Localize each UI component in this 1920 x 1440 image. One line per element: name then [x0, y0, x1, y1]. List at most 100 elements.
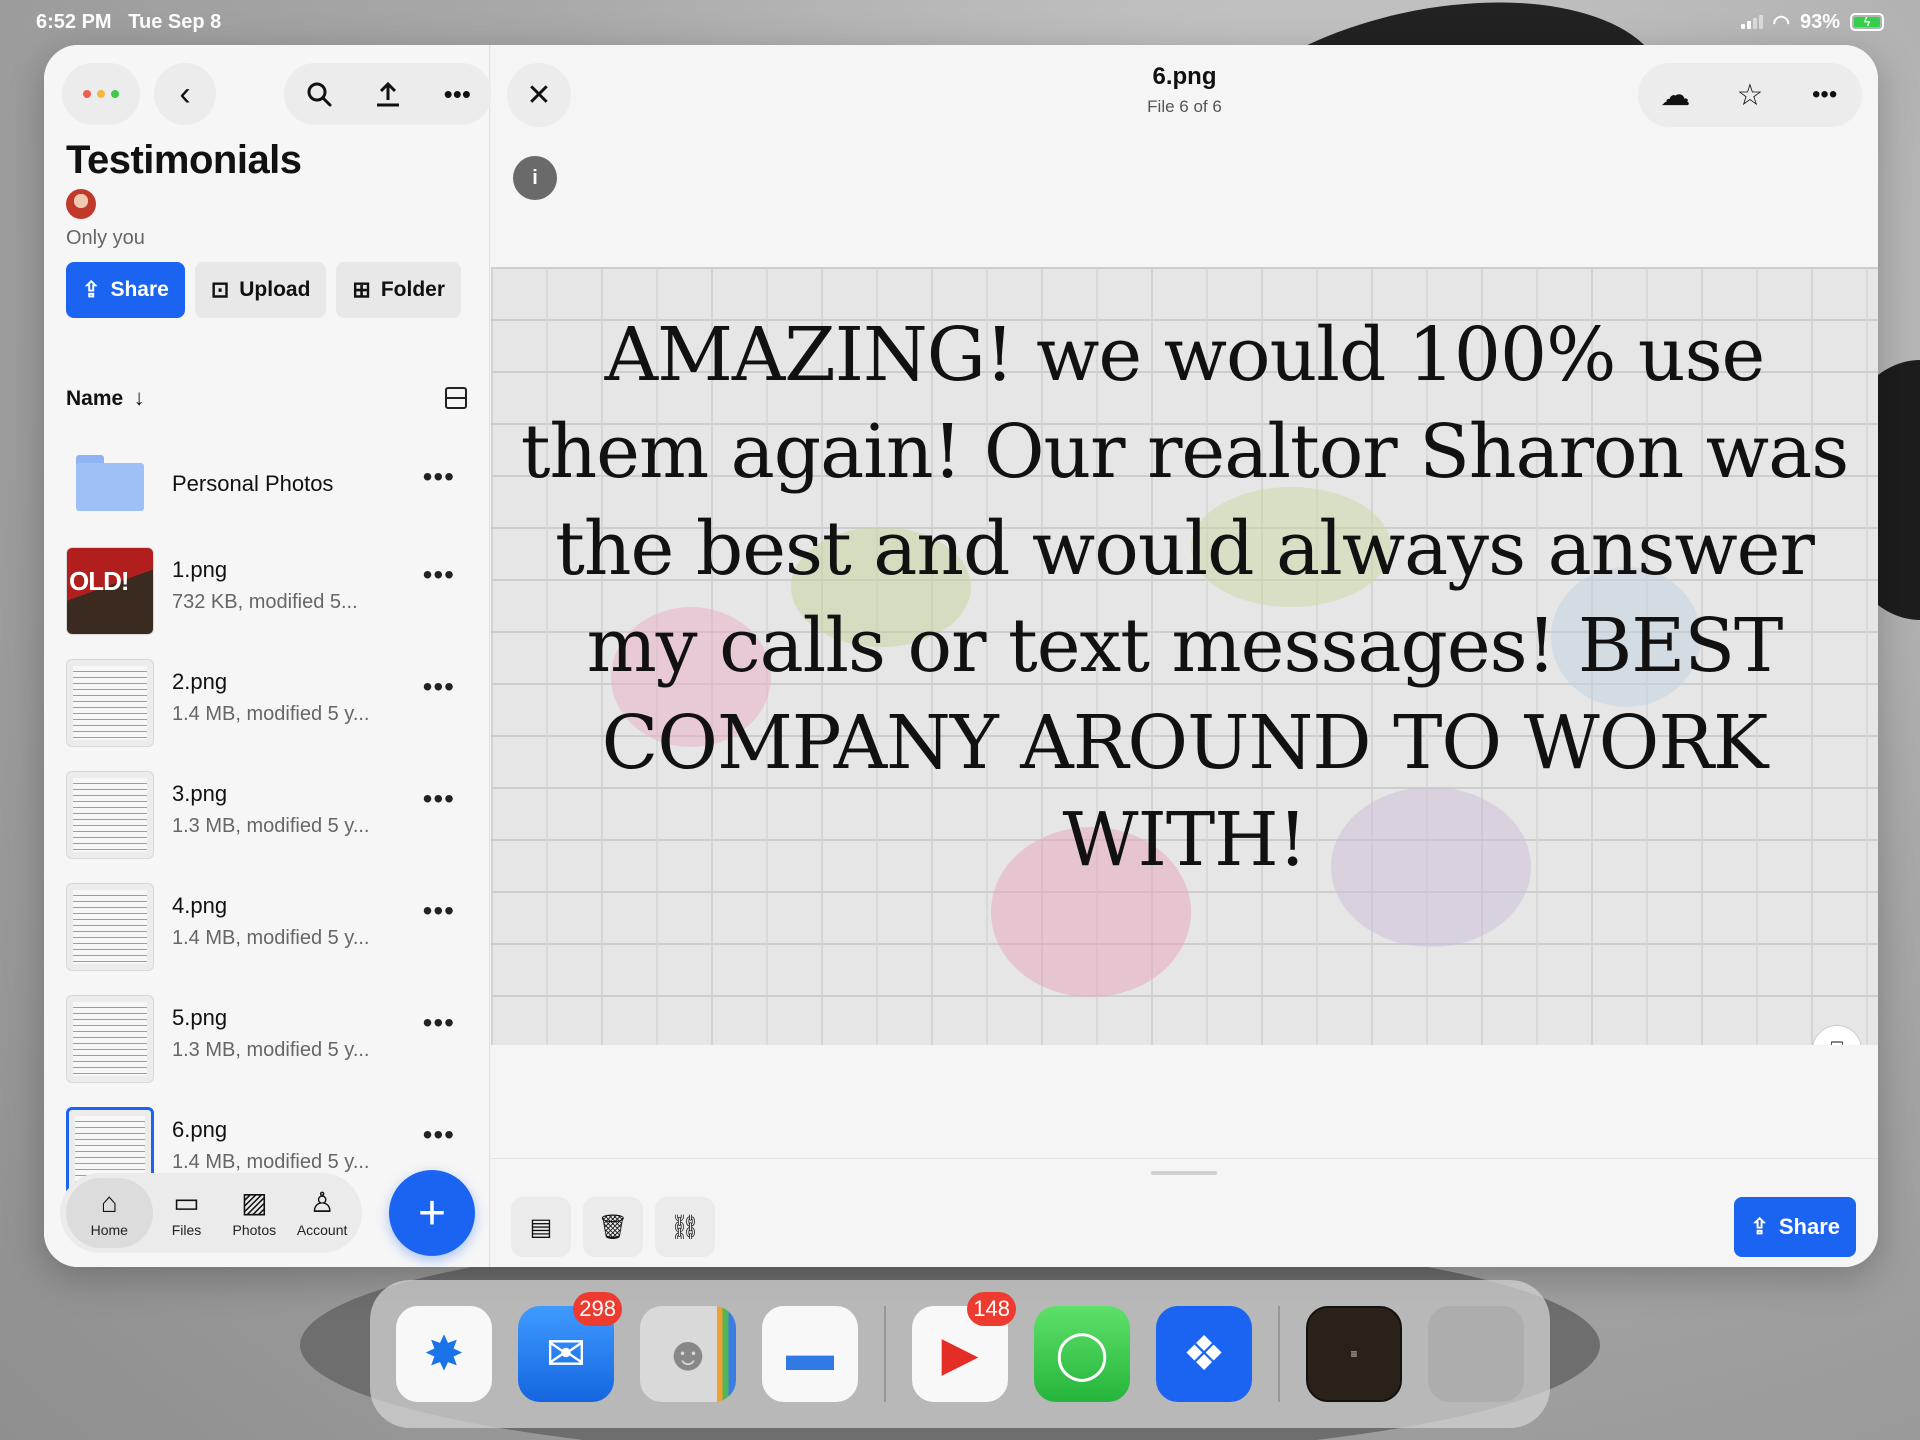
item-more-button[interactable]: •••: [423, 783, 455, 815]
tab-label: Files: [171, 1222, 202, 1238]
thumbnail-text: OLD!: [69, 566, 130, 596]
image-upload-icon: ⊡: [210, 277, 230, 302]
folder-title: Testimonials: [66, 138, 302, 182]
plus-icon: +: [417, 1186, 447, 1240]
sidebar: ‹ ••• Testimonials Only you ⇪ Share ⊡ Up…: [44, 45, 492, 1267]
info-icon: i: [532, 166, 538, 189]
play-icon: ▶: [941, 1328, 979, 1381]
wifi-icon: ◠: [1772, 11, 1790, 34]
tab-bar: ⌂ Home ▭ Files ▨ Photos ♙ Account: [60, 1173, 362, 1253]
viewer-actions: ☁ ☆ •••: [1638, 63, 1862, 127]
item-more-button[interactable]: •••: [423, 1119, 455, 1151]
dock-app-folder[interactable]: [1428, 1306, 1524, 1402]
list-item[interactable]: 4.png 1.4 MB, modified 5 y... •••: [44, 863, 489, 975]
share-button[interactable]: ⇪ Share: [1734, 1197, 1856, 1257]
avatar: [66, 189, 96, 219]
dock-app-mail[interactable]: ✉ 298: [518, 1292, 622, 1402]
notification-badge: 298: [573, 1292, 622, 1326]
dock-recent-document[interactable]: ≡: [1306, 1306, 1402, 1402]
item-name: 3.png: [172, 781, 228, 806]
item-meta: 1.4 MB, modified 5 y...: [172, 1151, 370, 1173]
folder-icon: ▭: [173, 1187, 200, 1218]
folder-icon: [76, 455, 144, 511]
more-button[interactable]: •••: [433, 70, 481, 118]
download-button[interactable]: ☁: [1651, 71, 1699, 119]
folder-icon: ▬: [786, 1327, 834, 1381]
item-more-button[interactable]: •••: [423, 895, 455, 927]
list-item[interactable]: 5.png 1.3 MB, modified 5 y... •••: [44, 975, 489, 1087]
contact-icon: ☻: [662, 1327, 714, 1381]
sort-row: Name ↓: [66, 380, 467, 416]
folder-actions: ⇪ Share ⊡ Upload ⊞ Folder: [66, 262, 462, 318]
new-folder-button[interactable]: ⊞ Folder: [336, 262, 462, 318]
list-item[interactable]: OLD! 1.png 732 KB, modified 5... •••: [44, 527, 489, 639]
document-icon: ≡: [1350, 1347, 1358, 1361]
star-button[interactable]: ☆: [1726, 71, 1774, 119]
tab-home[interactable]: ⌂ Home: [66, 1178, 153, 1248]
battery-icon: ϟ: [1850, 13, 1884, 31]
share-icon: ⇪: [82, 277, 101, 302]
more-button[interactable]: •••: [1801, 71, 1849, 119]
grabber-handle[interactable]: [1151, 1171, 1217, 1175]
item-name: 2.png: [172, 669, 228, 694]
item-name: 1.png: [172, 557, 228, 582]
dock-app-dropbox[interactable]: ❖: [1156, 1306, 1252, 1402]
info-button[interactable]: i: [513, 156, 557, 200]
item-more-button[interactable]: •••: [423, 461, 455, 493]
status-bar: 6:52 PM Tue Sep 8 ◠ 93% ϟ: [0, 0, 1920, 44]
tab-files[interactable]: ▭ Files: [153, 1178, 221, 1248]
sidebar-actions: •••: [284, 63, 492, 125]
new-folder-label: Folder: [380, 278, 446, 301]
item-meta: 732 KB, modified 5...: [172, 591, 358, 613]
ellipsis-icon: •••: [1812, 81, 1838, 108]
comment-button[interactable]: ▤: [511, 1197, 571, 1257]
tab-account[interactable]: ♙ Account: [288, 1178, 356, 1248]
delete-button[interactable]: 🗑: [583, 1197, 643, 1257]
sharing-status: Only you: [66, 227, 145, 249]
ellipsis-icon: •••: [443, 78, 471, 109]
upload-file-label: Upload: [239, 278, 311, 301]
sidebar-toolbar: ‹ •••: [62, 63, 492, 125]
upload-file-button[interactable]: ⊡ Upload: [194, 262, 327, 318]
item-name: 6.png: [172, 1117, 228, 1142]
list-item[interactable]: 2.png 1.4 MB, modified 5 y... •••: [44, 639, 489, 751]
status-right: ◠ 93% ϟ: [1740, 10, 1884, 35]
envelope-icon: ✉: [545, 1328, 587, 1381]
share-folder-label: Share: [110, 278, 169, 301]
file-viewer: ✕ 6.png File 6 of 6 ☁ ☆ ••• i AMAZING! w…: [491, 45, 1878, 1267]
status-time: 6:52 PM: [36, 10, 112, 33]
list-item[interactable]: Personal Photos •••: [44, 437, 489, 527]
view-toggle-icon[interactable]: [445, 387, 467, 409]
item-more-button[interactable]: •••: [423, 671, 455, 703]
dock: ✸ ✉ 298 ☻ ▬ ▶ 148 ◯ ❖ ≡: [370, 1280, 1550, 1428]
dock-app-youtube[interactable]: ▶ 148: [912, 1292, 1016, 1402]
search-button[interactable]: [295, 70, 343, 118]
share-label: Share: [1778, 1214, 1840, 1239]
speech-bubble-icon: ◯: [1055, 1328, 1109, 1381]
cloud-download-icon: ☁: [1660, 78, 1691, 112]
share-icon: ⇪: [1750, 1214, 1769, 1239]
tab-photos[interactable]: ▨ Photos: [220, 1178, 288, 1248]
item-meta: 1.4 MB, modified 5 y...: [172, 927, 370, 949]
window-controls[interactable]: [62, 63, 140, 125]
dock-app-messages[interactable]: ◯: [1034, 1306, 1130, 1402]
share-folder-button[interactable]: ⇪ Share: [66, 262, 185, 318]
file-thumbnail: [66, 659, 154, 747]
back-button[interactable]: ‹: [154, 63, 216, 125]
item-name: 5.png: [172, 1005, 228, 1030]
item-more-button[interactable]: •••: [423, 559, 455, 591]
create-button[interactable]: +: [389, 1170, 475, 1256]
dock-separator: [1278, 1306, 1280, 1402]
file-list: Personal Photos ••• OLD! 1.png 732 KB, m…: [44, 437, 489, 1199]
sort-button[interactable]: Name ↓: [66, 385, 145, 411]
item-more-button[interactable]: •••: [423, 1007, 455, 1039]
dock-app-files[interactable]: ▬: [762, 1306, 858, 1402]
dock-app-contacts[interactable]: ☻: [640, 1306, 736, 1402]
upload-button[interactable]: [364, 70, 412, 118]
text-scan-icon: ⌸: [1830, 1037, 1843, 1045]
copy-link-button[interactable]: ⛓: [655, 1197, 715, 1257]
list-item[interactable]: 3.png 1.3 MB, modified 5 y... •••: [44, 751, 489, 863]
bottom-toolbar: ▤ 🗑 ⛓ ⇪ Share: [491, 1158, 1878, 1267]
dock-app-safari[interactable]: ✸: [396, 1306, 492, 1402]
file-thumbnail: [66, 883, 154, 971]
